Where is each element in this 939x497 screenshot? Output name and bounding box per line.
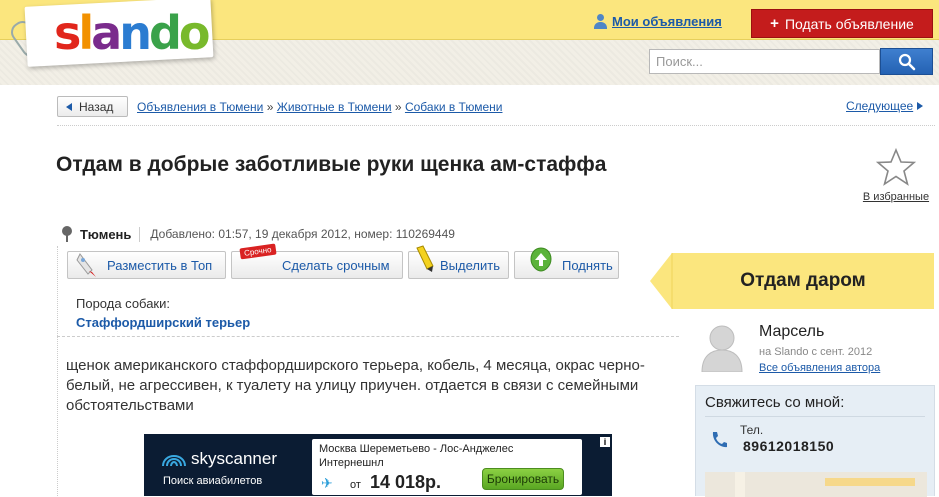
ad-info-icon[interactable]: i — [600, 437, 610, 447]
post-ad-button[interactable]: + Подать объявление — [751, 9, 933, 38]
skyscanner-logo: skyscanner — [161, 449, 277, 469]
breadcrumb-item[interactable]: Животные в Тюмени — [277, 100, 392, 114]
page-title: Отдам в добрые заботливые руки щенка ам-… — [56, 153, 607, 176]
rocket-icon — [76, 253, 96, 277]
ad-offer-card: Москва Шереметьево - Лос-Анджелес Интерн… — [312, 439, 582, 495]
tel-number[interactable]: 89612018150 — [743, 438, 834, 454]
bump-up-label: Поднять — [562, 257, 613, 273]
location-pin-icon — [62, 226, 72, 242]
plus-icon: + — [770, 15, 779, 32]
ad-banner[interactable]: skyscanner Поиск авиабилетов Москва Шере… — [144, 434, 612, 496]
price-label: Отдам даром — [740, 270, 866, 291]
price-banner: Отдам даром — [650, 253, 934, 309]
divider — [57, 336, 679, 337]
bump-up-button[interactable]: Поднять — [514, 247, 619, 279]
next-label: Следующее — [846, 99, 914, 113]
logo-text[interactable]: slando — [54, 6, 211, 60]
favorite-label: В избранные — [862, 191, 930, 203]
phone-icon — [712, 432, 727, 448]
next-link[interactable]: Следующее — [846, 99, 924, 113]
logo-letter: o — [178, 6, 211, 60]
ad-from-label: от — [350, 479, 361, 491]
favorite-button[interactable]: В избранные — [858, 147, 934, 203]
avatar — [701, 325, 743, 372]
star-icon — [876, 147, 916, 186]
next-arrow-icon — [917, 102, 924, 110]
highlight-button[interactable]: Выделить — [408, 245, 509, 279]
seller-all-ads-link[interactable]: Все объявления автора — [759, 362, 880, 374]
action-buttons: Разместить в Топ Срочно Сделать срочным … — [67, 243, 619, 279]
search-icon — [898, 53, 915, 70]
user-icon — [593, 14, 608, 29]
listing-meta: Тюмень Добавлено: 01:57, 19 декабря 2012… — [62, 222, 677, 246]
back-label: Назад — [79, 99, 114, 114]
post-ad-label: Подать объявление — [784, 15, 914, 32]
logo-letter: a — [91, 6, 122, 60]
logo-letter: d — [148, 6, 182, 60]
added-date: Добавлено: 01:57, 19 декабря 2012, номер… — [150, 227, 455, 241]
breed-value[interactable]: Стаффордширский терьер — [76, 315, 250, 330]
ad-airline: Интернешнл — [319, 457, 384, 469]
make-urgent-button[interactable]: Срочно Сделать срочным — [231, 243, 403, 279]
up-arrow-icon — [530, 247, 552, 272]
logo-letter: s — [54, 6, 81, 60]
breadcrumb-separator: » — [394, 100, 402, 114]
tel-label: Тел. — [740, 423, 764, 437]
seller-card: Марсель на Slando с сент. 2012 Все объяв… — [695, 320, 933, 380]
contact-box: Свяжитесь со мной: Тел. 89612018150 — [695, 385, 935, 497]
map-preview[interactable] — [705, 472, 927, 497]
city-label: Тюмень — [80, 226, 141, 242]
ad-brand: skyscanner — [191, 449, 277, 468]
promote-top-label: Разместить в Топ — [107, 257, 213, 273]
ad-price: 14 018р. — [370, 472, 442, 492]
search-button[interactable] — [880, 48, 933, 75]
breadcrumb-links: Объявления в Тюмени » Животные в Тюмени … — [137, 100, 502, 114]
breadcrumb-item[interactable]: Собаки в Тюмени — [405, 100, 503, 114]
back-button[interactable]: Назад — [57, 96, 128, 117]
search-input[interactable]: Поиск... — [649, 49, 880, 74]
seller-since: на Slando с сент. 2012 — [759, 346, 873, 358]
my-ads-link[interactable]: Мои объявления — [593, 14, 722, 29]
my-ads-label: Мои объявления — [612, 14, 722, 29]
divider — [705, 416, 925, 417]
highlighter-icon — [416, 245, 434, 272]
seller-name: Марсель — [759, 323, 825, 340]
highlight-label: Выделить — [440, 257, 500, 273]
listing-description: щенок американского стаффордширского тер… — [66, 357, 645, 414]
ad-route: Москва Шереметьево - Лос-Анджелес — [319, 443, 514, 455]
ad-tagline: Поиск авиабилетов — [163, 475, 263, 487]
plane-icon: ✈ — [321, 475, 333, 491]
divider — [57, 125, 935, 126]
book-button[interactable]: Бронировать — [482, 468, 564, 490]
breadcrumb-item[interactable]: Объявления в Тюмени — [137, 100, 263, 114]
logo-letter: n — [119, 6, 152, 60]
cloud-icon — [162, 454, 186, 467]
logo-letter: l — [78, 6, 94, 60]
promote-top-button[interactable]: Разместить в Топ — [67, 251, 226, 279]
make-urgent-label: Сделать срочным — [282, 257, 390, 273]
content-border — [57, 246, 58, 496]
breadcrumb-separator: » — [266, 100, 274, 114]
breadcrumb: Назад Объявления в Тюмени » Животные в Т… — [57, 96, 937, 122]
contact-title: Свяжитесь со мной: — [705, 394, 845, 411]
breed-label: Порода собаки: — [76, 296, 170, 311]
back-arrow-icon — [66, 102, 72, 111]
